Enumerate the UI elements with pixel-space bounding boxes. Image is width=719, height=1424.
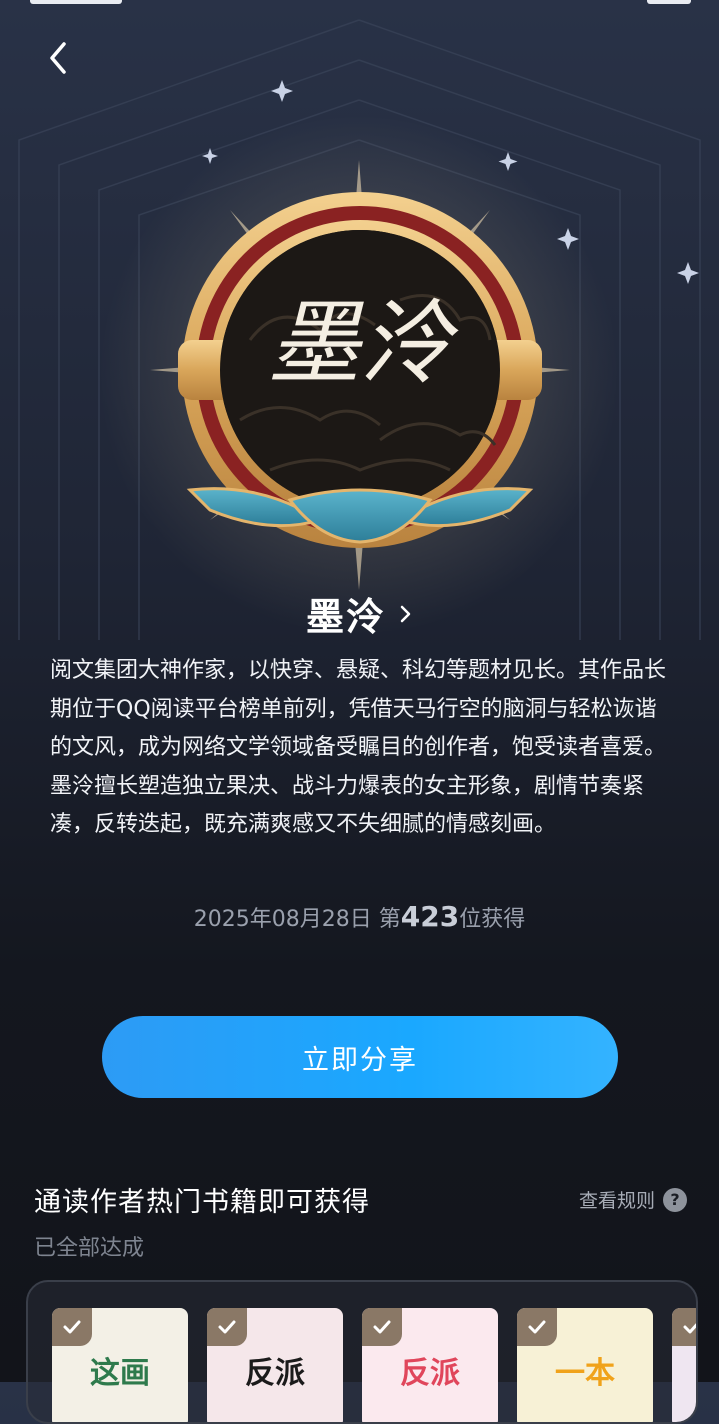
check-icon: [517, 1308, 557, 1346]
author-name: 墨泠: [305, 595, 386, 639]
chevron-left-icon: [50, 42, 66, 74]
earned-suffix: 位获得: [459, 907, 526, 932]
check-icon: [362, 1308, 402, 1346]
book-card[interactable]: 反派: [362, 1308, 498, 1422]
check-icon: [207, 1308, 247, 1346]
chevron-right-icon: [400, 605, 411, 622]
earned-info: 2025年08月28日 第423位获得: [0, 900, 719, 933]
share-button-label: 立即分享: [302, 1044, 418, 1076]
share-button[interactable]: 立即分享: [102, 1016, 618, 1098]
description-paragraph: 墨泠擅长塑造独立果决、战斗力爆表的女主形象，剧情节奏紧凑，反转迭起，既充满爽感又…: [50, 773, 645, 838]
description-paragraph: 阅文集团大神作家，以快穿、悬疑、科幻等题材见长。其作品长期位于QQ阅读平台榜单前…: [50, 658, 667, 760]
back-button[interactable]: [40, 36, 80, 80]
author-description: 阅文集团大神作家，以快穿、悬疑、科幻等题材见长。其作品长期位于QQ阅读平台榜单前…: [50, 652, 675, 845]
author-medal: 墨泠: [178, 192, 542, 548]
check-icon: [672, 1308, 696, 1346]
book-card[interactable]: 这画: [52, 1308, 188, 1422]
section-title: 通读作者热门书籍即可获得: [34, 1187, 370, 1218]
question-icon: ?: [663, 1187, 687, 1212]
book-cover-title: 反派: [400, 1356, 460, 1391]
sparkle-icon: [271, 80, 293, 102]
earned-prefix: 第: [378, 907, 401, 932]
earned-date: 2025年08月28日: [193, 907, 372, 932]
book-list: 这画 反派 反派 一本: [26, 1280, 698, 1424]
author-name-link[interactable]: 墨泠: [0, 586, 719, 641]
view-rules-label: 查看规则: [578, 1190, 655, 1212]
completion-status: 已全部达成: [34, 1236, 145, 1261]
book-cover-title: 这画: [90, 1356, 150, 1391]
sparkle-icon: [677, 262, 699, 284]
book-cover-title: 反派: [245, 1356, 305, 1391]
medal-calligraphy: 墨泠: [268, 290, 459, 397]
book-card[interactable]: 一本: [517, 1308, 653, 1422]
book-cover-title: 一本: [555, 1356, 615, 1391]
book-card[interactable]: 反派: [207, 1308, 343, 1422]
earned-rank: 423: [400, 900, 460, 933]
book-card[interactable]: [672, 1308, 696, 1422]
view-rules-link[interactable]: 查看规则 ?: [579, 1186, 687, 1213]
check-icon: [52, 1308, 92, 1346]
